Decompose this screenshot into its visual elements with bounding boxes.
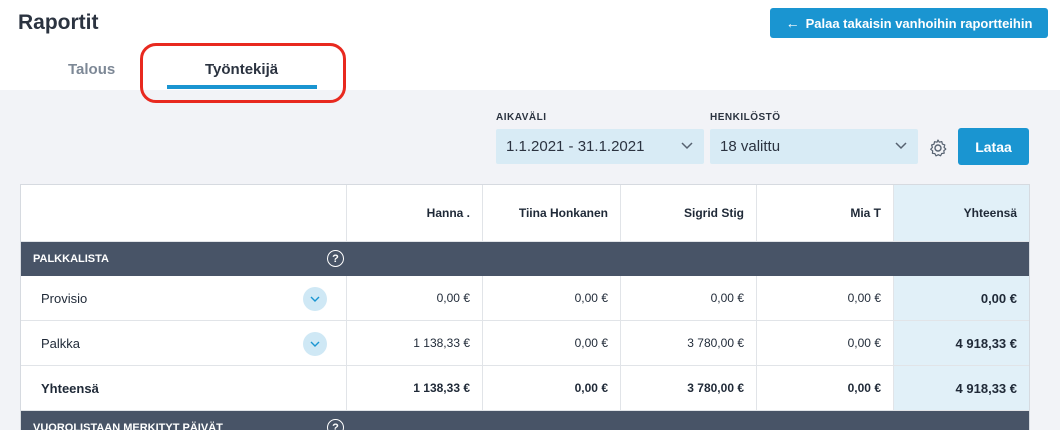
help-icon[interactable]: ? <box>327 250 344 267</box>
tab-talous[interactable]: Talous <box>68 61 115 78</box>
load-button[interactable]: Lataa <box>958 128 1029 165</box>
cell-value: 0,00 € <box>482 276 620 320</box>
column-header: Mia T <box>756 185 893 241</box>
staff-label: HENKILÖSTÖ <box>710 112 781 123</box>
table-header-row: Hanna . Tiina Honkanen Sigrid Stig Mia T… <box>21 185 1029 242</box>
cell-value: 0,00 € <box>482 366 620 410</box>
column-header: Tiina Honkanen <box>482 185 620 241</box>
row-label: Palkka <box>41 335 81 351</box>
cell-total: 4 918,33 € <box>893 321 1029 365</box>
cell-value: 1 138,33 € <box>346 366 482 410</box>
chevron-down-icon <box>680 138 694 155</box>
cell-value: 0,00 € <box>756 321 893 365</box>
report-table: Hanna . Tiina Honkanen Sigrid Stig Mia T… <box>20 184 1030 430</box>
staff-value: 18 valittu <box>720 138 781 155</box>
back-to-old-reports-button[interactable]: ← Palaa takaisin vanhoihin raportteihin <box>770 8 1048 38</box>
section-title: VUOROLISTAAN MERKITYT PÄIVÄT <box>33 422 223 430</box>
cell-total: 4 918,33 € <box>893 366 1029 410</box>
period-select[interactable]: 1.1.2021 - 31.1.2021 <box>496 129 704 164</box>
row-label: Yhteensä <box>41 380 99 396</box>
cell-value: 0,00 € <box>756 276 893 320</box>
section-title: PALKKALISTA <box>33 253 109 265</box>
column-header-total: Yhteensä <box>893 185 1029 241</box>
header-empty-cell <box>21 185 346 241</box>
cell-total: 0,00 € <box>893 276 1029 320</box>
expand-row-button[interactable] <box>303 287 327 311</box>
cell-value: 3 780,00 € <box>620 321 756 365</box>
row-label: Provisio <box>41 290 88 306</box>
top-bar: Raportit ← Palaa takaisin vanhoihin rapo… <box>0 0 1060 103</box>
back-button-label: Palaa takaisin vanhoihin raportteihin <box>805 15 1033 31</box>
cell-value: 0,00 € <box>620 276 756 320</box>
cell-value: 0,00 € <box>346 276 482 320</box>
staff-select[interactable]: 18 valittu <box>710 129 918 164</box>
column-header: Sigrid Stig <box>620 185 756 241</box>
gear-icon[interactable] <box>926 136 950 160</box>
section-header-vuorolista: VUOROLISTAAN MERKITYT PÄIVÄT ? <box>21 411 1029 430</box>
cell-value: 1 138,33 € <box>346 321 482 365</box>
section-header-palkkalista: PALKKALISTA ? <box>21 242 1029 276</box>
table-total-row: Yhteensä 1 138,33 € 0,00 € 3 780,00 € 0,… <box>21 366 1029 411</box>
cell-value: 0,00 € <box>756 366 893 410</box>
page-title: Raportit <box>18 11 99 34</box>
cell-value: 3 780,00 € <box>620 366 756 410</box>
expand-row-button[interactable] <box>303 332 327 356</box>
arrow-left-icon: ← <box>785 15 800 31</box>
period-label: AIKAVÄLI <box>496 112 547 123</box>
period-value: 1.1.2021 - 31.1.2021 <box>506 138 645 155</box>
table-row: Provisio 0,00 € 0,00 € 0,00 € 0,00 € 0,0… <box>21 276 1029 321</box>
tab-highlight-annotation <box>140 43 346 103</box>
cell-value: 0,00 € <box>482 321 620 365</box>
chevron-down-icon <box>894 138 908 155</box>
help-icon[interactable]: ? <box>327 419 344 430</box>
table-row: Palkka 1 138,33 € 0,00 € 3 780,00 € 0,00… <box>21 321 1029 366</box>
column-header: Hanna . <box>346 185 482 241</box>
